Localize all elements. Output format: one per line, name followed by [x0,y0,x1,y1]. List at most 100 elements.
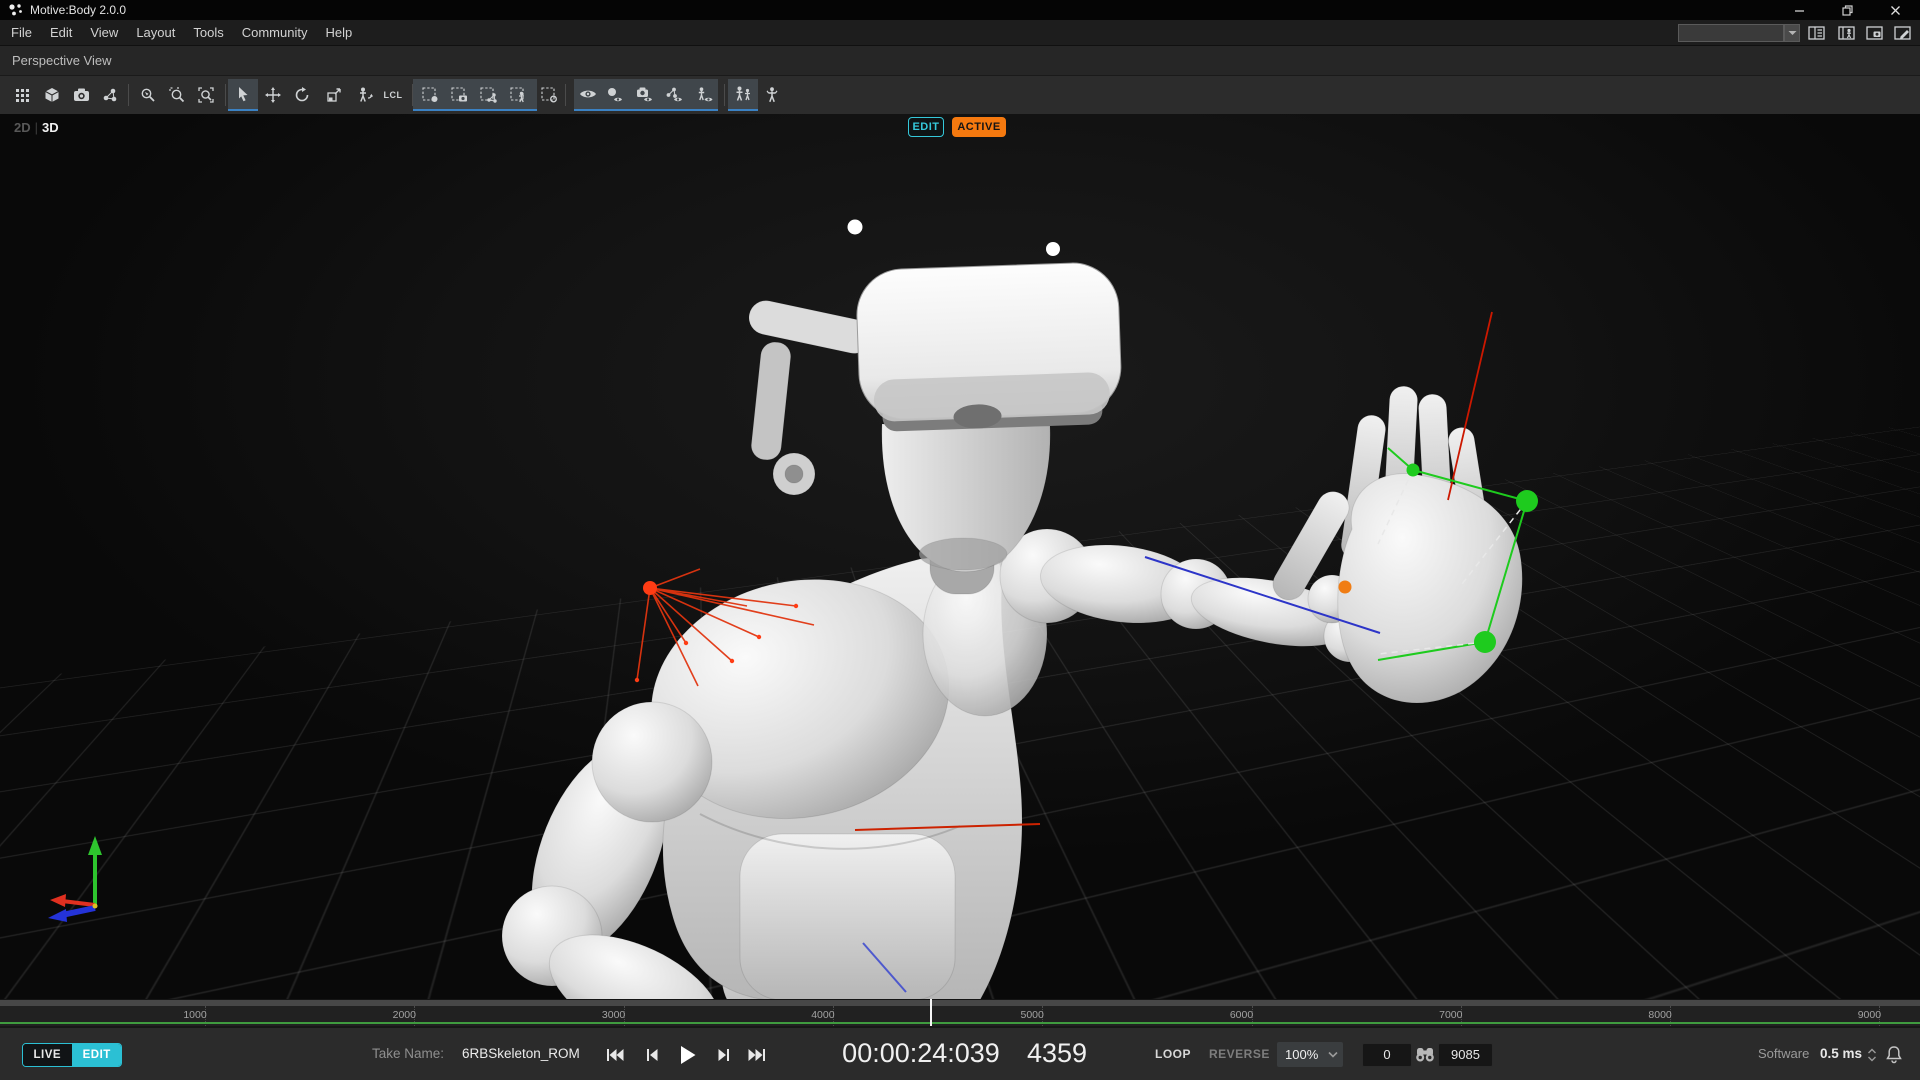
step-forward-button[interactable] [711,1042,737,1068]
orange-marker [1339,581,1352,594]
mode-divider: | [31,120,42,135]
reverse-toggle[interactable]: REVERSE [1209,1028,1270,1080]
timeline-scrollbar[interactable] [0,999,1920,1006]
marker-visibility-icon[interactable] [599,79,629,111]
ruler-tick-label: 5000 [1021,1009,1044,1021]
playback-speed-value: 100% [1277,1047,1323,1062]
frame-number-display[interactable]: 4359 [1022,1028,1092,1079]
toolbar: LCL [0,76,1920,114]
menu-help[interactable]: Help [316,20,361,46]
translate-icon[interactable] [258,79,288,111]
ruler-tick-label: 2000 [393,1009,416,1021]
visibility-eye-icon[interactable] [574,79,602,111]
view-mode-toggle[interactable]: 2D|3D [14,120,59,135]
pane-title: Perspective View [12,46,111,76]
toolbar-separator [724,84,725,106]
motive-logo-icon [8,3,24,17]
ruler-tick-label: 7000 [1439,1009,1462,1021]
latency-stepper-icon[interactable] [1866,1048,1878,1062]
minimize-button[interactable] [1782,0,1816,20]
layout-combo-caret[interactable] [1784,24,1800,42]
skeleton-pane-icon[interactable] [1836,23,1858,43]
chevron-down-icon[interactable] [1323,1051,1343,1058]
edit-button[interactable]: EDIT [73,1044,122,1066]
cluster-visibility-icon[interactable] [659,79,689,111]
play-button[interactable] [675,1042,701,1068]
skip-to-end-button[interactable] [744,1042,770,1068]
menu-edit[interactable]: Edit [41,20,81,46]
maximize-button[interactable] [1830,0,1864,20]
ruler-tick-label: 4000 [811,1009,834,1021]
binoculars-icon[interactable] [1414,1044,1436,1066]
loop-toggle[interactable]: LOOP [1155,1028,1191,1080]
active-badge[interactable]: ACTIVE [952,117,1006,137]
mode-2d[interactable]: 2D [14,120,31,135]
timecode-display: 00:00:24:039 [838,1028,1004,1079]
motive-app-window: Motive:Body 2.0.0 FileEditViewLayoutTool… [0,0,1920,1080]
select-cluster-icon[interactable] [473,79,503,111]
layout-combo-input[interactable] [1678,24,1784,42]
skeleton-visibility-icon[interactable] [689,79,719,111]
camera-pane-icon[interactable] [1864,23,1886,43]
menu-view[interactable]: View [81,20,127,46]
live-edit-toggle[interactable]: LIVE EDIT [22,1043,122,1067]
skeleton-pair-icon[interactable] [728,79,758,111]
axis-gizmo [48,836,102,922]
zoom-region-icon[interactable] [162,79,192,111]
select-arrow-icon[interactable] [228,79,258,111]
select-markers-icon[interactable] [415,79,445,111]
viewport-pane-header: Perspective View [0,46,1920,76]
select-unlabeled-icon[interactable] [534,79,564,111]
character-icon[interactable] [757,79,787,111]
edit-pane-icon[interactable] [1892,23,1914,43]
ruler-tick-label: 8000 [1648,1009,1671,1021]
select-skeleton-icon[interactable] [503,79,533,111]
menu-file[interactable]: File [2,20,41,46]
menu-community[interactable]: Community [233,20,317,46]
select-cameras-icon[interactable] [444,79,474,111]
toolbar-separator [128,84,129,106]
take-name-label: Take Name: [372,1028,444,1080]
take-name-value[interactable]: 6RBSkeleton_ROM [462,1028,580,1080]
edit-badge[interactable]: EDIT [908,117,944,137]
perspective-viewport[interactable]: 2D|3D EDIT ACTIVE [0,114,1920,999]
mode-3d[interactable]: 3D [42,120,59,135]
timeline-playhead[interactable] [930,999,932,1026]
toolbar-separator [225,84,226,106]
zoom-fit-icon[interactable] [191,79,221,111]
ruler-tick-label: 3000 [602,1009,625,1021]
caret-down-icon [1788,30,1797,36]
lcl-label: LCL [384,90,403,100]
ruler-tick-label: 6000 [1230,1009,1253,1021]
live-button[interactable]: LIVE [23,1044,73,1066]
range-start-input[interactable]: 0 [1362,1043,1412,1067]
skeleton-scene [0,114,1920,999]
notifications-bell-icon[interactable] [1885,1045,1903,1065]
marker-cluster-icon[interactable] [95,79,125,111]
list-pane-icon[interactable] [1806,23,1828,43]
window-title: Motive:Body 2.0.0 [30,0,126,20]
close-button[interactable] [1878,0,1912,20]
titlebar: Motive:Body 2.0.0 [0,0,1920,20]
range-end-input[interactable]: 9085 [1438,1043,1493,1067]
camera-visibility-icon[interactable] [629,79,659,111]
cube-icon[interactable] [37,79,67,111]
zoom-cursor-icon[interactable] [133,79,163,111]
camera-icon[interactable] [66,79,96,111]
toolbar-separator [565,84,566,106]
playback-speed-select[interactable]: 100% [1277,1042,1343,1067]
rotate-icon[interactable] [287,79,317,111]
skip-to-start-button[interactable] [602,1042,628,1068]
lcl-coordinate-button[interactable]: LCL [375,79,411,111]
menu-items: FileEditViewLayoutToolsCommunityHelp [0,20,1920,46]
menubar: FileEditViewLayoutToolsCommunityHelp [0,20,1920,46]
scale-icon[interactable] [319,79,349,111]
menu-layout[interactable]: Layout [127,20,184,46]
apps-grid-icon[interactable] [7,79,37,111]
transport-bar: LIVE EDIT Take Name: 6RBSkeleton_ROM 00:… [0,1026,1920,1080]
step-back-button[interactable] [639,1042,665,1068]
latency-value: 0.5 ms [1820,1028,1862,1080]
head-marker [1046,242,1060,256]
menu-tools[interactable]: Tools [184,20,232,46]
latency-mode-label: Software [1758,1028,1809,1080]
